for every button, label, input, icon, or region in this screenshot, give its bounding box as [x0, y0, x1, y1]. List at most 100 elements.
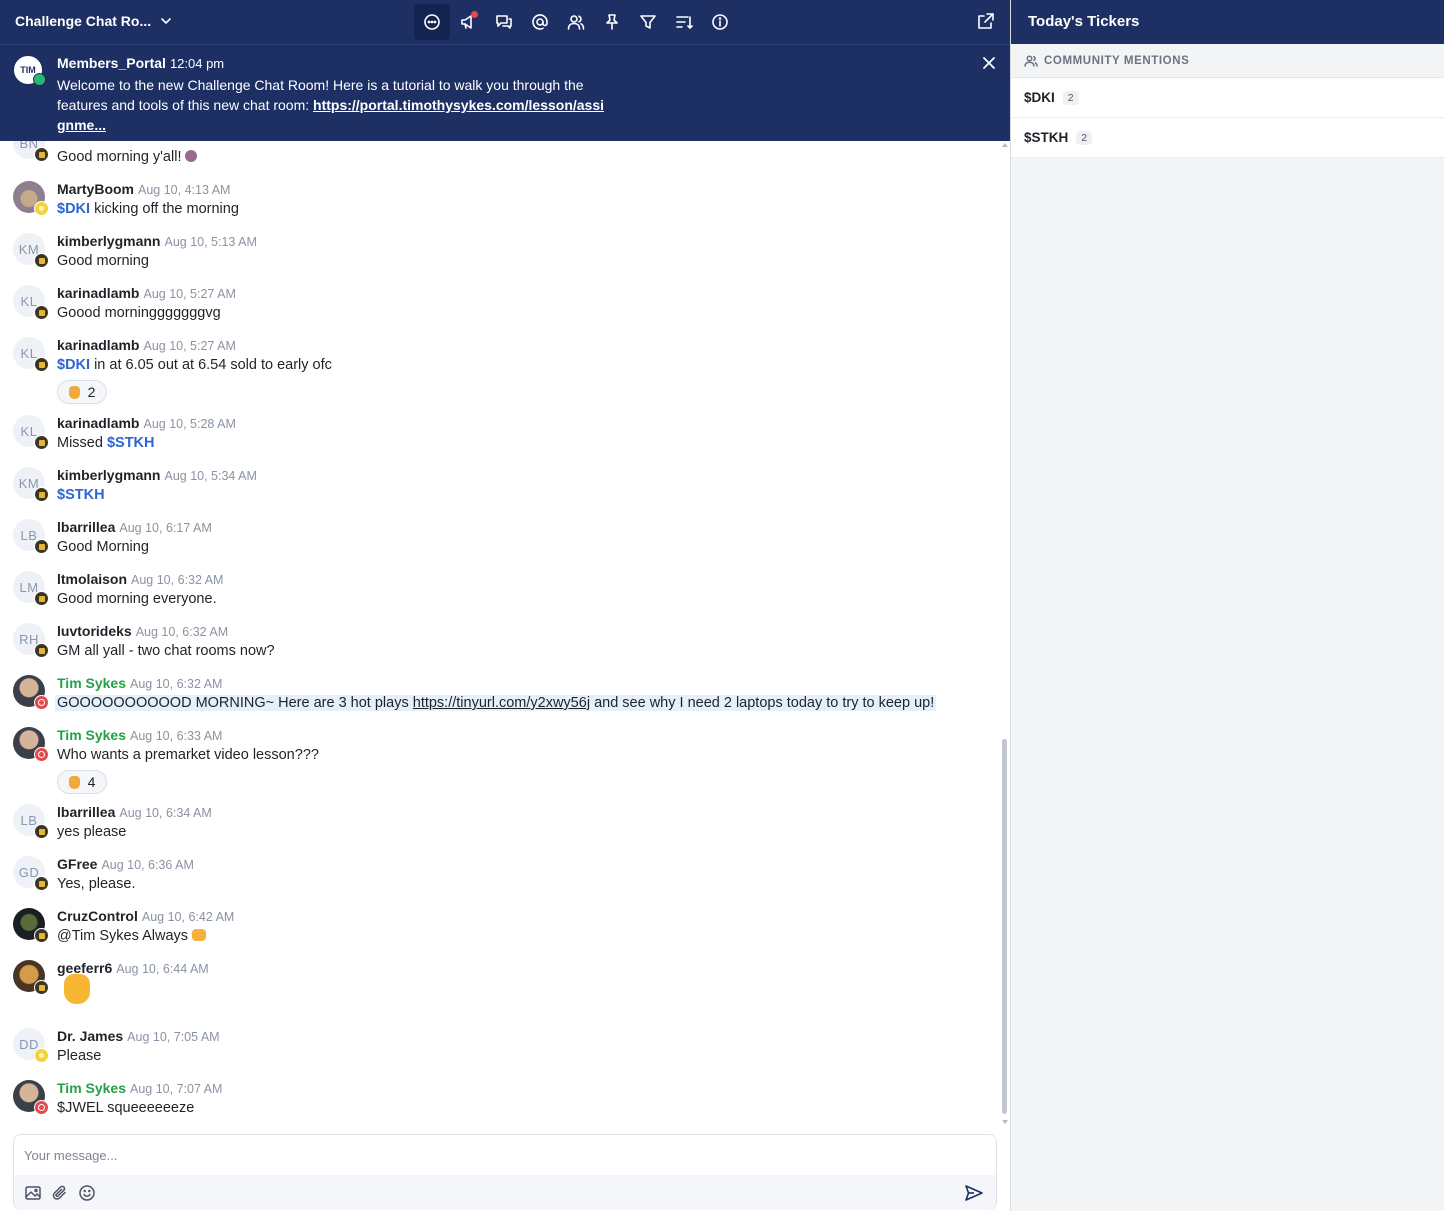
attach-file-button[interactable] — [51, 1184, 69, 1202]
message-header: kimberlygmann Aug 10, 5:13 AM — [57, 233, 257, 249]
username[interactable]: ltmolaison — [57, 571, 127, 587]
message-link[interactable]: https://tinyurl.com/y2xwy56j — [413, 695, 590, 711]
chat-view-button[interactable] — [414, 4, 450, 40]
rank-badge-icon — [34, 747, 49, 762]
avatar — [13, 675, 49, 710]
message-header: kimberlygmann Aug 10, 5:34 AM — [57, 467, 257, 483]
announcement-header: Members_Portal 12:04 pm — [57, 55, 224, 71]
room-selector[interactable]: Challenge Chat Ro... — [15, 13, 173, 29]
emoji-picker-button[interactable] — [78, 1184, 96, 1202]
members-icon — [567, 15, 585, 30]
message-scrollbar[interactable] — [1001, 141, 1009, 1126]
username[interactable]: kimberlygmann — [57, 233, 160, 249]
ticker-row-dki[interactable]: $DKI 2 — [1011, 78, 1444, 118]
rank-badge-icon — [34, 539, 49, 554]
username[interactable]: geeferr6 — [57, 960, 112, 976]
timestamp: Aug 10, 6:32 AM — [131, 573, 224, 587]
timestamp: Aug 10, 6:32 AM — [135, 625, 229, 639]
message-header: Tim Sykes Aug 10, 6:33 AM — [57, 727, 222, 743]
rank-badge-icon — [34, 487, 49, 502]
message-header: karinadlamb Aug 10, 5:27 AM — [57, 285, 236, 301]
rank-badge-icon — [34, 357, 49, 372]
username[interactable]: lbarrillea — [57, 519, 115, 535]
ticker-symbol: $DKI — [1024, 90, 1055, 105]
rank-badge-icon — [34, 643, 49, 658]
username[interactable]: GFree — [57, 856, 97, 872]
announcement-time: 12:04 pm — [169, 56, 225, 71]
username[interactable]: lbarrillea — [57, 804, 115, 820]
avatar: KL — [13, 415, 49, 450]
timestamp: Aug 10, 6:34 AM — [119, 806, 212, 820]
announcement-close-button[interactable] — [982, 56, 996, 70]
ticker-link[interactable]: $STKH — [57, 487, 105, 503]
username[interactable]: Tim Sykes — [57, 1080, 126, 1096]
timestamp: Aug 10, 5:34 AM — [164, 469, 257, 483]
members-button[interactable] — [558, 4, 594, 40]
avatar: KL — [13, 285, 49, 320]
message-header: MartyBoom Aug 10, 4:13 AM — [57, 181, 230, 197]
username[interactable]: Tim Sykes — [57, 727, 126, 743]
chat-pane: Challenge Chat Ro... TIM Members_Portal … — [0, 0, 1010, 1211]
username[interactable]: Dr. James — [57, 1028, 123, 1044]
avatar: DD — [13, 1028, 49, 1063]
scroll-thumb[interactable] — [1002, 739, 1007, 1114]
username[interactable]: luvtorideks — [57, 623, 132, 639]
announcements-button[interactable] — [450, 4, 486, 40]
emoji-icon — [185, 150, 198, 162]
ticker-link[interactable]: $DKI — [57, 201, 90, 217]
announcement-text: Welcome to the new Challenge Chat Room! … — [57, 75, 637, 135]
message-text: GM all yall - two chat rooms now? — [57, 643, 275, 659]
message-text: $STKH — [57, 487, 105, 503]
chat-bubble-icon — [424, 14, 440, 30]
room-title: Challenge Chat Ro... — [15, 13, 152, 29]
timestamp: Aug 10, 7:05 AM — [127, 1030, 220, 1044]
rank-badge-icon — [34, 695, 49, 710]
chat-toolbar — [414, 4, 738, 40]
ticker-link[interactable]: $DKI — [57, 357, 90, 373]
threads-button[interactable] — [486, 4, 522, 40]
message-input[interactable] — [24, 1145, 964, 1165]
mentions-button[interactable] — [522, 4, 558, 40]
ticker-row-stkh[interactable]: $STKH 2 — [1011, 118, 1444, 158]
reaction-button[interactable]: 4 — [57, 770, 107, 794]
timestamp: Aug 10, 6:17 AM — [119, 521, 212, 535]
message-header: lbarrillea Aug 10, 6:34 AM — [57, 804, 212, 820]
message-header: ltmolaison Aug 10, 6:32 AM — [57, 571, 223, 587]
message-header: karinadlamb Aug 10, 5:27 AM — [57, 337, 236, 353]
pinned-button[interactable] — [594, 4, 630, 40]
filter-icon — [640, 15, 656, 29]
message-text: Good morning y'all! — [57, 149, 198, 165]
username[interactable]: MartyBoom — [57, 181, 134, 197]
message-header: Tim Sykes Aug 10, 7:07 AM — [57, 1080, 222, 1096]
avatar: KM — [13, 233, 49, 268]
username[interactable]: Tim Sykes — [57, 675, 126, 691]
announcement-avatar: TIM — [12, 54, 46, 86]
username[interactable]: karinadlamb — [57, 415, 139, 431]
scroll-up-arrow-icon[interactable] — [1002, 143, 1008, 147]
username[interactable]: karinadlamb — [57, 337, 139, 353]
message-header: CruzControl Aug 10, 6:42 AM — [57, 908, 234, 924]
info-button[interactable] — [702, 4, 738, 40]
popout-button[interactable] — [976, 11, 998, 33]
avatar — [13, 727, 49, 762]
avatar: LM — [13, 571, 49, 606]
message-header: GFree Aug 10, 6:36 AM — [57, 856, 194, 872]
announcement-author: Members_Portal — [57, 55, 166, 71]
ticker-link[interactable]: $STKH — [107, 435, 155, 451]
username[interactable]: kimberlygmann — [57, 467, 160, 483]
avatar: GD — [13, 856, 49, 891]
username[interactable]: CruzControl — [57, 908, 138, 924]
ticker-symbol: $STKH — [1024, 130, 1069, 145]
message-text: GOOOOOOOOOOD MORNING~ Here are 3 hot pla… — [55, 695, 937, 711]
reaction-button[interactable]: 2 — [57, 380, 107, 404]
rank-badge-icon — [34, 980, 49, 995]
filter-button[interactable] — [630, 4, 666, 40]
image-upload-button[interactable] — [24, 1184, 42, 1202]
message-text: yes please — [57, 824, 127, 840]
scroll-down-arrow-icon[interactable] — [1002, 1120, 1008, 1124]
info-icon — [712, 14, 728, 30]
send-button[interactable] — [964, 1183, 986, 1205]
username[interactable]: karinadlamb — [57, 285, 139, 301]
sort-button[interactable] — [666, 4, 702, 40]
rank-badge-icon — [34, 253, 49, 268]
